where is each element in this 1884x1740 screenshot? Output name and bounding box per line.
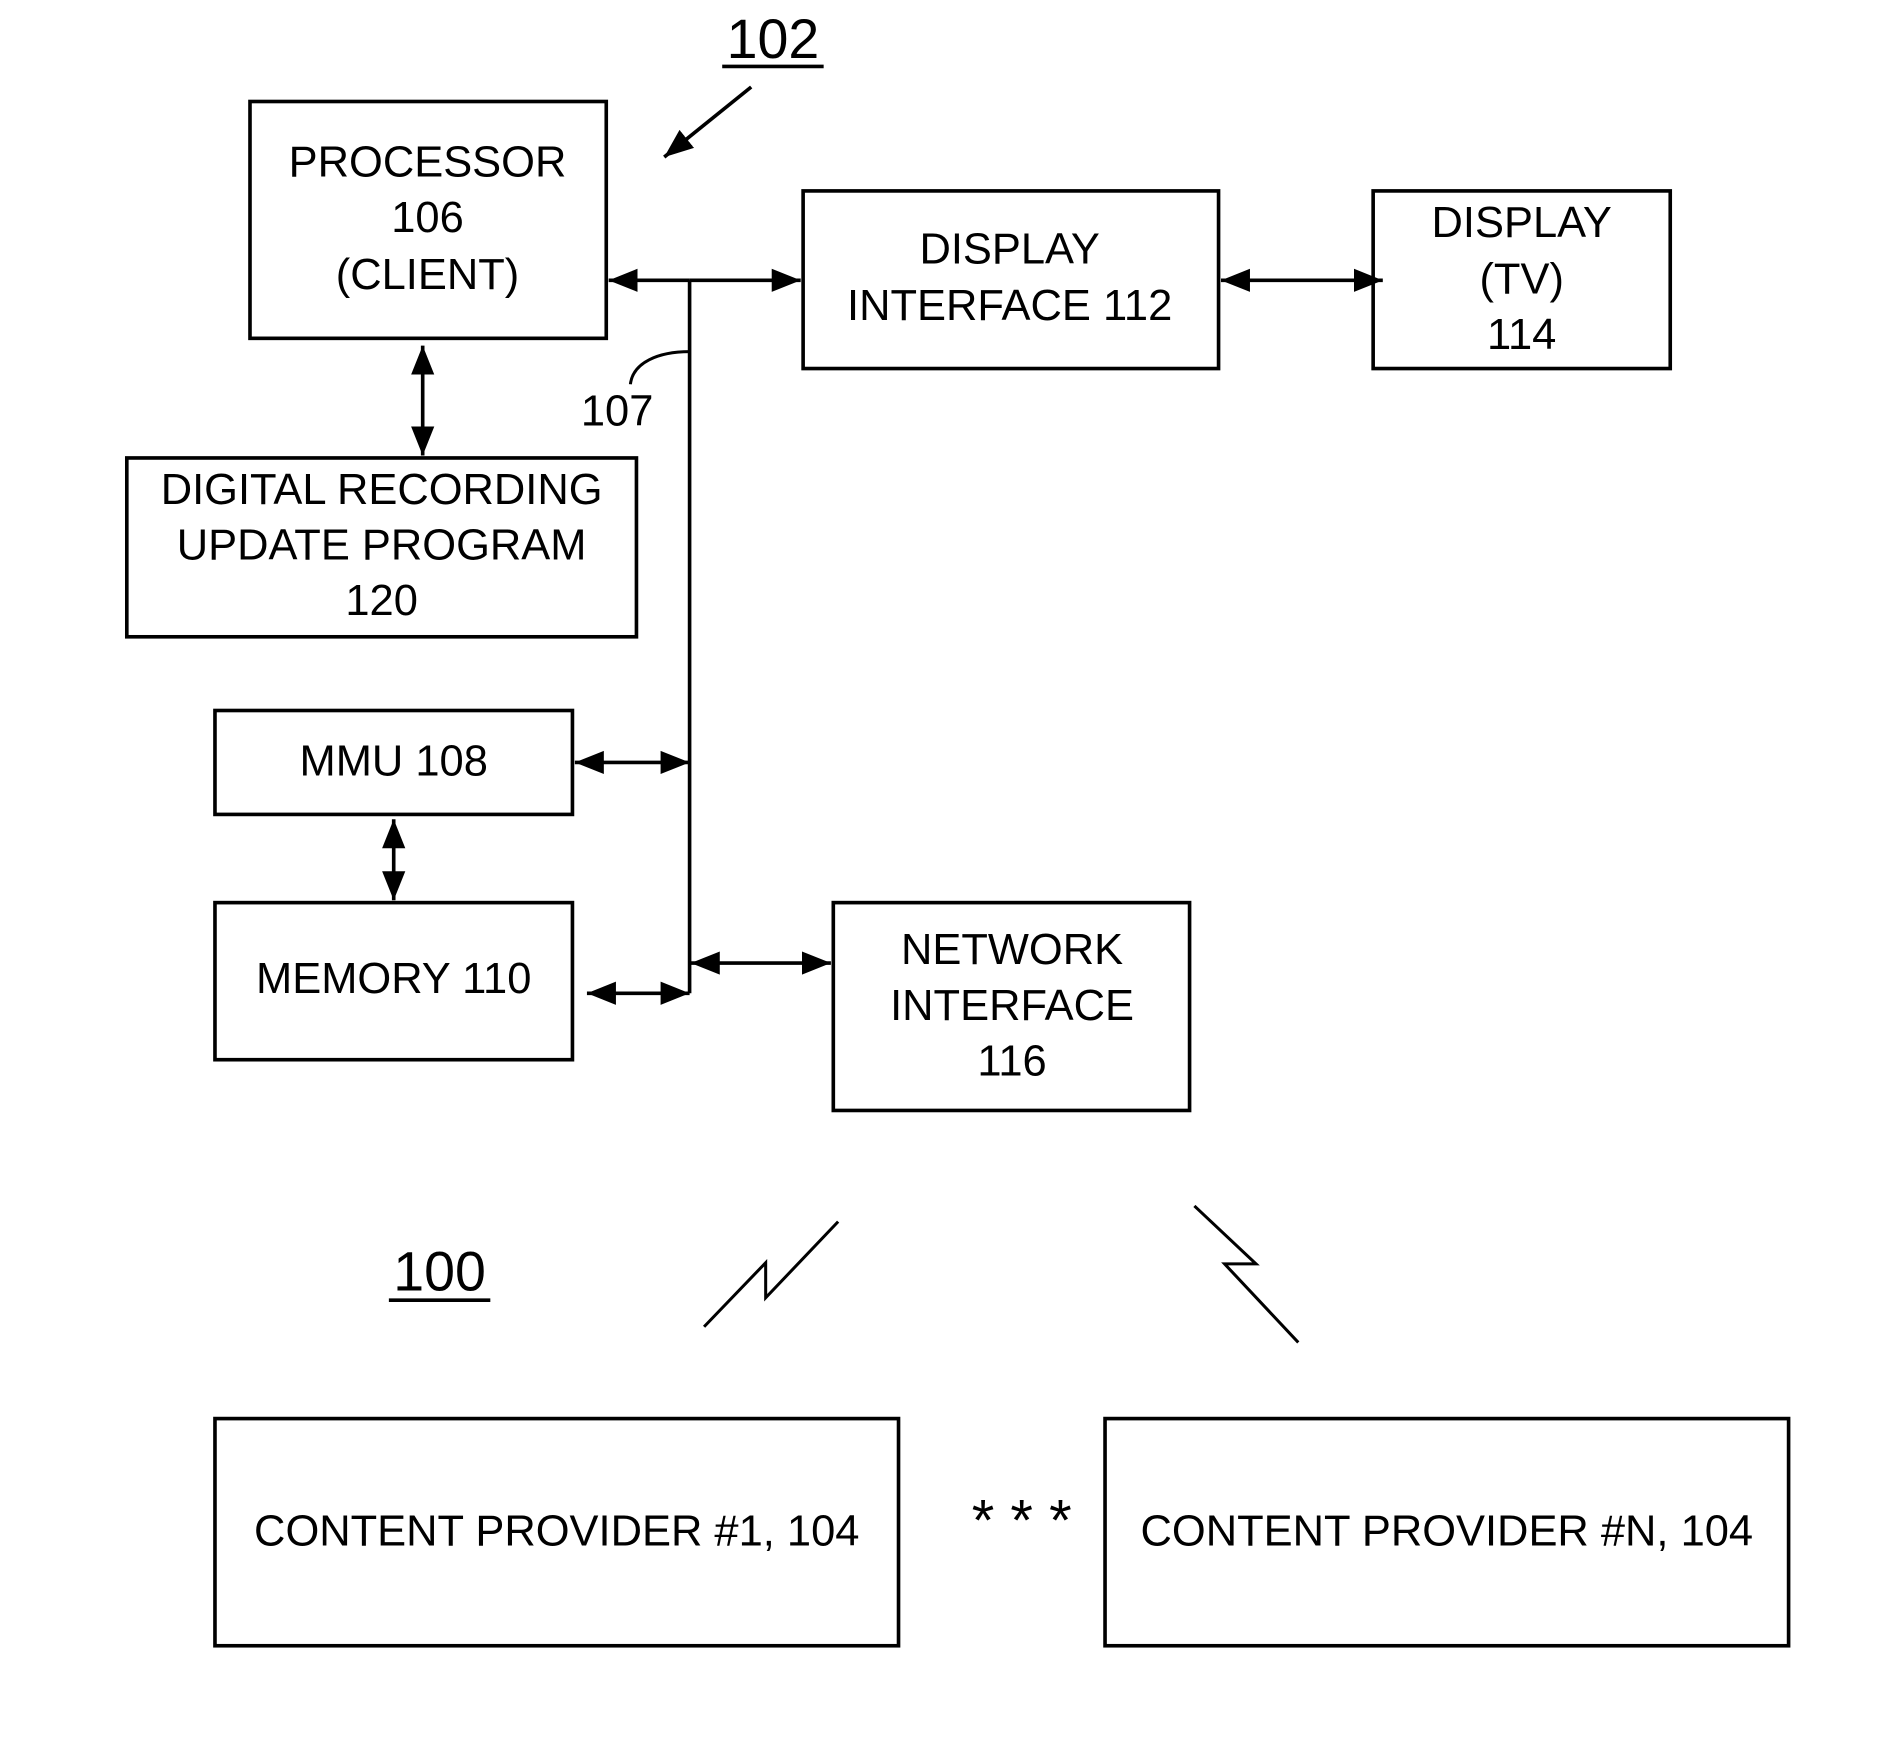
- svg-text:(CLIENT): (CLIENT): [336, 251, 519, 299]
- block-diagram: 102 PROCESSOR 106 (CLIENT) DISPLAY INTER…: [124, 8, 1791, 1648]
- mmu-block[interactable]: MMU 108: [213, 708, 575, 817]
- svg-text:INTERFACE: INTERFACE: [890, 982, 1134, 1030]
- svg-text:CONTENT PROVIDER #N, 104: CONTENT PROVIDER #N, 104: [1141, 1507, 1754, 1555]
- memory-block[interactable]: MEMORY 110: [213, 900, 575, 1062]
- svg-text:INTERFACE 112: INTERFACE 112: [847, 282, 1172, 330]
- svg-text:DISPLAY: DISPLAY: [919, 225, 1099, 273]
- ellipsis-label: * * *: [972, 1490, 1072, 1554]
- wireless-link-icon-right: [1193, 1204, 1300, 1344]
- display-interface-block[interactable]: DISPLAY INTERFACE 112: [801, 189, 1221, 371]
- svg-text:120: 120: [345, 577, 418, 625]
- svg-text:CONTENT PROVIDER #1, 104: CONTENT PROVIDER #1, 104: [254, 1507, 859, 1555]
- svg-text:DISPLAY: DISPLAY: [1432, 199, 1612, 247]
- content-provider-n-block[interactable]: CONTENT PROVIDER #N, 104: [1103, 1416, 1791, 1648]
- content-provider-1-block[interactable]: CONTENT PROVIDER #1, 104: [213, 1416, 901, 1648]
- svg-text:102: 102: [727, 8, 820, 70]
- network-interface-block[interactable]: NETWORK INTERFACE 116: [831, 900, 1192, 1113]
- client-reference-label: 102: [722, 8, 824, 70]
- processor-block[interactable]: PROCESSOR 106 (CLIENT): [248, 99, 609, 341]
- svg-text:114: 114: [1487, 311, 1556, 359]
- svg-text:(TV): (TV): [1479, 256, 1563, 304]
- svg-text:PROCESSOR: PROCESSOR: [289, 138, 567, 186]
- svg-text:100: 100: [393, 1240, 486, 1302]
- bus-reference-label: 107: [581, 387, 654, 435]
- wireless-link-icon-left: [702, 1220, 840, 1328]
- svg-text:UPDATE PROGRAM: UPDATE PROGRAM: [177, 521, 587, 569]
- recording-update-program-block[interactable]: DIGITAL RECORDING UPDATE PROGRAM 120: [124, 456, 639, 639]
- svg-text:NETWORK: NETWORK: [901, 926, 1123, 974]
- bus-reference-leader: [628, 350, 690, 385]
- client-reference-arrow: [663, 85, 753, 159]
- svg-text:MEMORY 110: MEMORY 110: [256, 955, 531, 1003]
- svg-text:MMU 108: MMU 108: [300, 738, 488, 786]
- display-tv-block[interactable]: DISPLAY (TV) 114: [1371, 189, 1673, 371]
- svg-text:116: 116: [977, 1037, 1046, 1085]
- svg-text:DIGITAL RECORDING: DIGITAL RECORDING: [161, 466, 603, 514]
- svg-text:106: 106: [391, 194, 464, 242]
- system-reference-label: 100: [388, 1240, 491, 1303]
